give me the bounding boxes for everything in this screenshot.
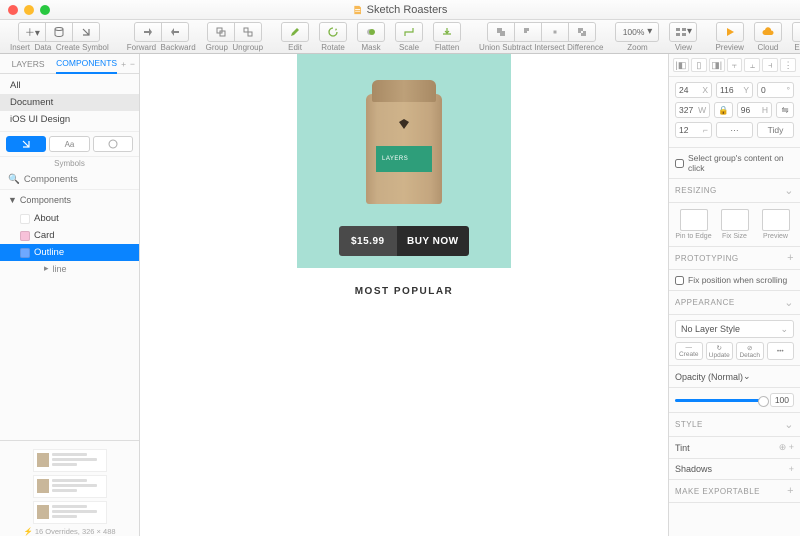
mask-button[interactable] bbox=[357, 22, 385, 42]
window-title: Sketch Roasters bbox=[353, 4, 448, 16]
preview-button[interactable] bbox=[716, 22, 744, 42]
view-button[interactable]: ▾ bbox=[669, 22, 697, 42]
tint-row[interactable]: Tint⊕ + bbox=[669, 437, 800, 459]
tab-components[interactable]: COMPONENTS bbox=[56, 54, 117, 74]
symbols-action[interactable] bbox=[6, 136, 46, 152]
resize-preview[interactable]: Preview bbox=[757, 209, 794, 240]
product-bag: LAYERS bbox=[366, 94, 442, 204]
canvas[interactable]: LAYERS $15.99 BUY NOW MOST POPULAR bbox=[140, 54, 668, 536]
opacity-slider[interactable] bbox=[675, 399, 765, 402]
cta-bar: $15.99 BUY NOW bbox=[339, 226, 469, 256]
rotation-field[interactable]: 0° bbox=[757, 82, 794, 98]
collapse-icon[interactable]: − bbox=[130, 59, 135, 69]
scale-button[interactable] bbox=[395, 22, 423, 42]
add-icon[interactable]: + bbox=[121, 59, 126, 69]
align-right[interactable]: ◨| bbox=[709, 58, 725, 72]
align-vcenter[interactable]: ⫠ bbox=[744, 58, 760, 72]
distribute[interactable]: ⋮ bbox=[780, 58, 796, 72]
union-button[interactable] bbox=[487, 22, 515, 42]
rotate-button[interactable] bbox=[319, 22, 347, 42]
backward-button[interactable] bbox=[161, 22, 189, 42]
layer-style-select[interactable]: No Layer Style bbox=[675, 320, 794, 338]
cloud-button[interactable] bbox=[754, 22, 782, 42]
layer-styles-action[interactable] bbox=[93, 136, 133, 152]
edit-button[interactable] bbox=[281, 22, 309, 42]
w-field[interactable]: 327W bbox=[675, 102, 710, 118]
export-button[interactable] bbox=[792, 22, 800, 42]
component-child[interactable]: ▸line bbox=[0, 261, 139, 276]
resizing-header[interactable]: RESIZING⌄ bbox=[669, 179, 800, 203]
filter-all[interactable]: All bbox=[0, 77, 139, 94]
corner-options[interactable]: ⋯ bbox=[716, 122, 753, 138]
symbols-label: Symbols bbox=[0, 157, 139, 170]
lock-aspect[interactable]: 🔒 bbox=[714, 102, 733, 118]
flip-h[interactable]: ⇋ bbox=[776, 102, 794, 118]
toolbar: ＋▾ Insert Data Create Symbol Forward Bac… bbox=[0, 20, 800, 54]
opacity-label: Opacity (Normal) ⌄ bbox=[669, 366, 800, 388]
prototyping-header[interactable]: PROTOTYPING+ bbox=[669, 247, 800, 270]
shadows-row[interactable]: Shadows+ bbox=[669, 459, 800, 480]
fix-size[interactable]: Fix Size bbox=[716, 209, 753, 240]
detach-style[interactable]: ⊘Detach bbox=[736, 342, 764, 360]
artboard[interactable]: LAYERS $15.99 BUY NOW MOST POPULAR bbox=[297, 54, 511, 536]
tab-layers[interactable]: LAYERS bbox=[0, 54, 56, 73]
bag-logo-icon bbox=[396, 116, 412, 132]
search-icon: 🔍 bbox=[8, 174, 20, 185]
intersect-button[interactable] bbox=[541, 22, 569, 42]
fix-position-scroll[interactable] bbox=[675, 276, 684, 285]
h-field[interactable]: 96H bbox=[737, 102, 772, 118]
zoom-field[interactable]: 100% ▾ bbox=[615, 22, 659, 42]
data-button[interactable] bbox=[45, 22, 73, 42]
component-card[interactable]: Card bbox=[0, 227, 139, 244]
ungroup-button[interactable] bbox=[234, 22, 262, 42]
section-title: MOST POPULAR bbox=[297, 268, 511, 315]
update-style[interactable]: ↻Update bbox=[706, 342, 734, 360]
inspector: |◧ ▯ ◨| ⫟ ⫠ ⫞ ⋮ 24X 116Y 0° 327W 🔒 96H ⇋… bbox=[668, 54, 800, 536]
filter-ios[interactable]: iOS UI Design bbox=[0, 111, 139, 128]
export-header[interactable]: MAKE EXPORTABLE+ bbox=[669, 480, 800, 503]
filter-document[interactable]: Document bbox=[0, 94, 139, 111]
y-field[interactable]: 116Y bbox=[716, 82, 753, 98]
minimize-window[interactable] bbox=[24, 5, 34, 15]
align-left[interactable]: |◧ bbox=[673, 58, 689, 72]
hero-section: LAYERS $15.99 BUY NOW bbox=[297, 54, 511, 268]
align-top[interactable]: ⫟ bbox=[727, 58, 743, 72]
window-titlebar: Sketch Roasters bbox=[0, 0, 800, 20]
pin-edge[interactable]: Pin to Edge bbox=[675, 209, 712, 240]
opacity-value[interactable]: 100 bbox=[770, 393, 794, 407]
subtract-button[interactable] bbox=[514, 22, 542, 42]
search-components[interactable] bbox=[24, 174, 156, 185]
tree-header[interactable]: ▼ Components bbox=[0, 190, 139, 210]
select-group-content[interactable] bbox=[675, 159, 684, 168]
more-style[interactable]: ••• bbox=[767, 342, 795, 360]
forward-button[interactable] bbox=[134, 22, 162, 42]
appearance-header[interactable]: APPEARANCE⌄ bbox=[669, 291, 800, 315]
flatten-button[interactable] bbox=[433, 22, 461, 42]
style-header[interactable]: STYLE⌄ bbox=[669, 413, 800, 437]
buy-button[interactable]: BUY NOW bbox=[397, 226, 469, 256]
create-style[interactable]: —Create bbox=[675, 342, 703, 360]
component-outline[interactable]: Outline bbox=[0, 244, 139, 261]
price-label: $15.99 bbox=[339, 226, 397, 256]
close-window[interactable] bbox=[8, 5, 18, 15]
x-field[interactable]: 24X bbox=[675, 82, 712, 98]
bag-label: LAYERS bbox=[376, 146, 432, 172]
insert-button[interactable]: ＋▾ bbox=[18, 22, 46, 42]
difference-button[interactable] bbox=[568, 22, 596, 42]
create-symbol-button[interactable] bbox=[72, 22, 100, 42]
component-preview: ⚡ 16 Overrides, 326 × 488 bbox=[0, 440, 139, 536]
tidy-button[interactable]: Tidy bbox=[757, 122, 794, 138]
corner-field[interactable]: 12⌐ bbox=[675, 122, 712, 138]
align-hcenter[interactable]: ▯ bbox=[691, 58, 707, 72]
zoom-window[interactable] bbox=[40, 5, 50, 15]
component-about[interactable]: About bbox=[0, 210, 139, 227]
text-styles-action[interactable]: Aa bbox=[49, 136, 89, 152]
left-sidebar: LAYERS COMPONENTS +− All Document iOS UI… bbox=[0, 54, 140, 536]
align-bottom[interactable]: ⫞ bbox=[762, 58, 778, 72]
group-button[interactable] bbox=[207, 22, 235, 42]
